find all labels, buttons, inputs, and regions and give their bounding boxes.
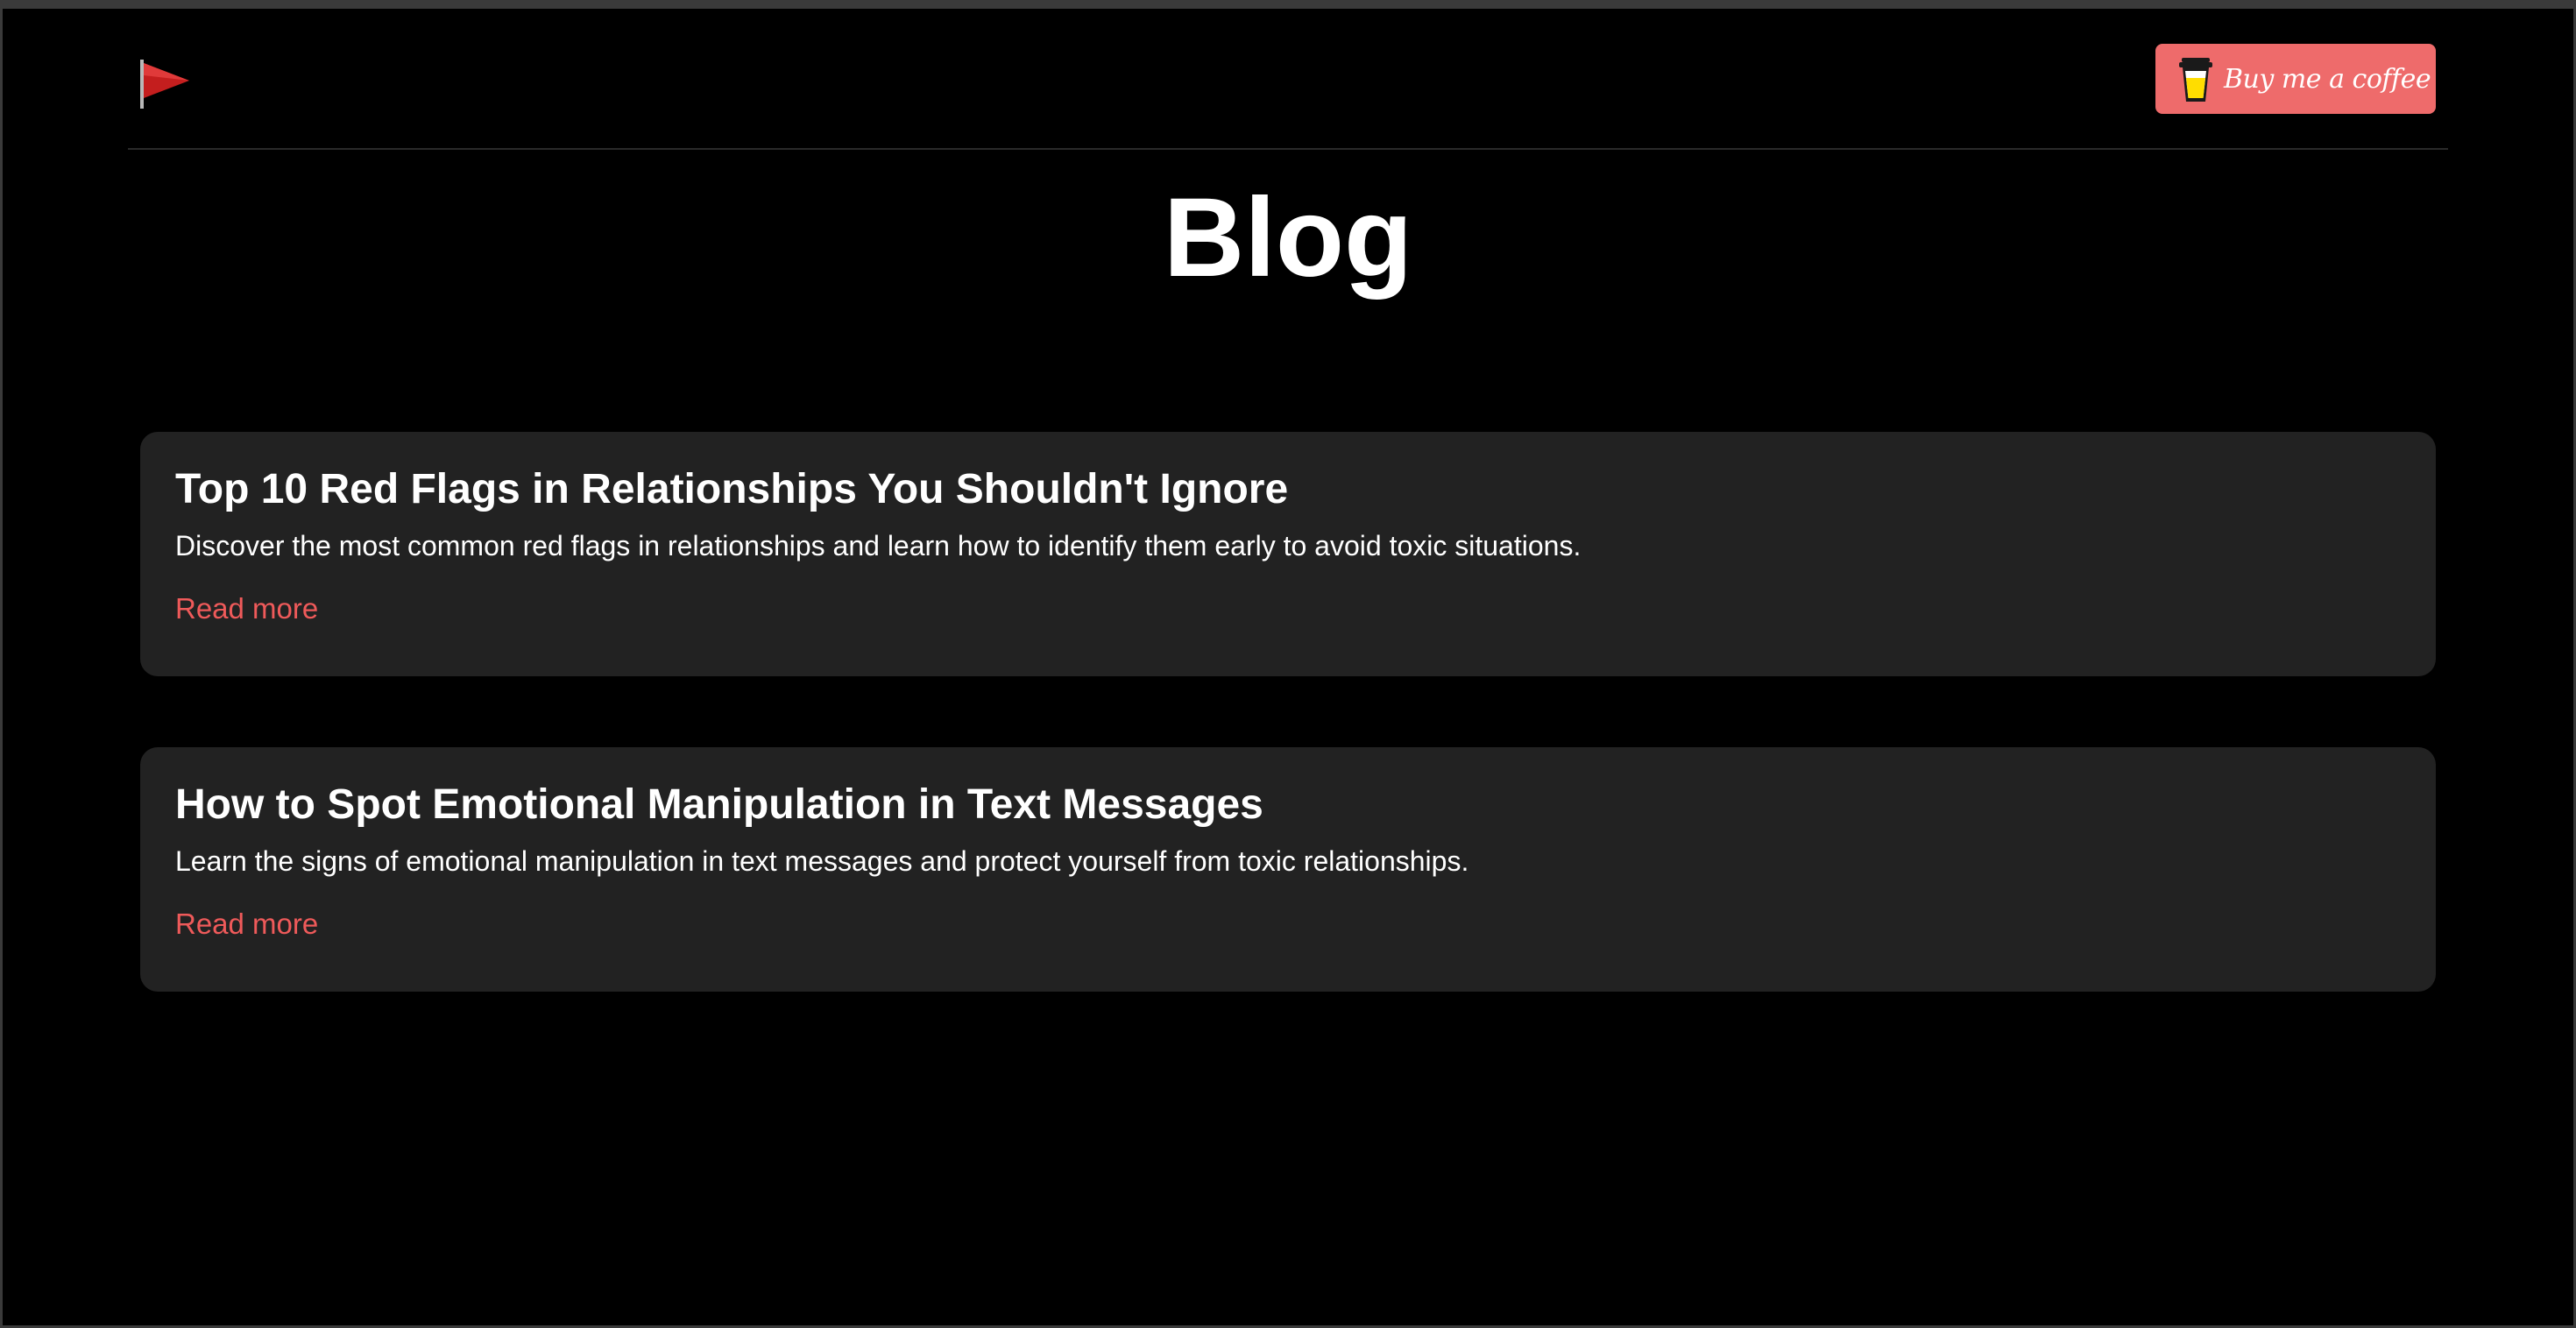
- post-title[interactable]: Top 10 Red Flags in Relationships You Sh…: [175, 465, 2401, 514]
- read-more-link[interactable]: Read more: [175, 907, 318, 942]
- post-card: How to Spot Emotional Manipulation in Te…: [140, 747, 2436, 992]
- read-more-link[interactable]: Read more: [175, 591, 318, 626]
- post-title[interactable]: How to Spot Emotional Manipulation in Te…: [175, 781, 2401, 830]
- coffee-cup-icon: [2176, 54, 2215, 103]
- buy-me-a-coffee-button[interactable]: Buy me a coffee: [2155, 44, 2436, 114]
- post-excerpt: Learn the signs of emotional manipulatio…: [175, 845, 1469, 877]
- post-list: Top 10 Red Flags in Relationships You Sh…: [140, 432, 2436, 1063]
- post-excerpt: Discover the most common red flags in re…: [175, 530, 1582, 562]
- red-flag-icon[interactable]: [138, 58, 195, 110]
- page-title: Blog: [1163, 175, 1413, 300]
- buy-me-a-coffee-label: Buy me a coffee: [2224, 63, 2431, 95]
- site-header: Buy me a coffee: [128, 9, 2448, 150]
- post-card: Top 10 Red Flags in Relationships You Sh…: [140, 432, 2436, 676]
